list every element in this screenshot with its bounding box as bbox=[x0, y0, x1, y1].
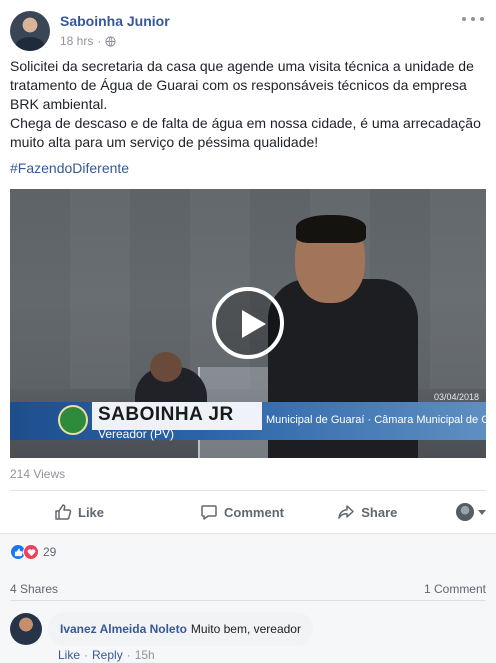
post-paragraph-2: Chega de descaso e de falta de água em n… bbox=[10, 115, 481, 150]
page-avatar-icon bbox=[455, 503, 474, 521]
actions-divider-top bbox=[10, 490, 486, 491]
reaction-count: 29 bbox=[43, 545, 57, 559]
meta-separator: · bbox=[97, 34, 102, 48]
video-speaker-hair bbox=[296, 215, 366, 243]
comment-label: Comment bbox=[224, 504, 284, 520]
thumbs-up-icon bbox=[55, 504, 72, 520]
comment-actions: Like · Reply · 15h bbox=[58, 648, 155, 662]
post-paragraph-1: Solicitei da secretaria da casa que agen… bbox=[10, 58, 474, 112]
hashtag-link[interactable]: #FazendoDiferente bbox=[10, 160, 129, 176]
share-button[interactable]: Share bbox=[305, 496, 430, 528]
video-player[interactable]: SABOINHA JR Vereador (PV) Municipal de G… bbox=[10, 189, 486, 458]
overlay-ticker: Municipal de Guaraí · Câmara Municipal d… bbox=[266, 414, 486, 426]
comment-bubble: Ivanez Almeida Noleto Muito bem, vereado… bbox=[48, 612, 313, 646]
globe-icon bbox=[105, 35, 116, 47]
comment-separator-2: · bbox=[126, 648, 131, 662]
comment-text: Muito bem, vereador bbox=[190, 622, 301, 636]
city-emblem-icon bbox=[58, 405, 88, 435]
chevron-down-icon bbox=[477, 509, 486, 515]
comment-like-link[interactable]: Like bbox=[58, 648, 80, 662]
more-options-icon[interactable] bbox=[462, 12, 484, 26]
commenter-avatar[interactable] bbox=[10, 613, 42, 645]
author-name[interactable]: Saboinha Junior bbox=[60, 13, 170, 29]
like-label: Like bbox=[78, 504, 105, 520]
comment-reply-link[interactable]: Reply bbox=[92, 648, 123, 662]
post-text: Solicitei da secretaria da casa que agen… bbox=[10, 57, 488, 152]
overlay-name: SABOINHA JR bbox=[98, 404, 234, 425]
post-as-selector[interactable] bbox=[430, 503, 486, 521]
overlay-role: Vereador (PV) bbox=[98, 427, 175, 441]
comments-count[interactable]: 1 Comment bbox=[424, 582, 486, 596]
video-seated-head bbox=[150, 352, 182, 382]
reactions-summary[interactable]: 29 bbox=[10, 543, 56, 561]
comment-separator-1: · bbox=[84, 648, 89, 662]
comment-button[interactable]: Comment bbox=[179, 496, 304, 528]
view-count: 214 Views bbox=[10, 467, 66, 481]
like-button[interactable]: Like bbox=[10, 496, 179, 528]
shares-count[interactable]: 4 Shares bbox=[10, 582, 58, 596]
action-bar: Like Comment Share bbox=[10, 496, 486, 528]
author-avatar[interactable] bbox=[10, 11, 50, 51]
commenter-name[interactable]: Ivanez Almeida Noleto bbox=[60, 622, 187, 636]
comments-divider bbox=[10, 600, 486, 601]
post-meta: 18 hrs · bbox=[60, 34, 116, 48]
facebook-post: Saboinha Junior 18 hrs · Solicitei da se… bbox=[0, 0, 496, 663]
overlay-date: 03/04/2018 bbox=[434, 392, 480, 402]
comment-icon bbox=[201, 505, 217, 520]
share-icon bbox=[338, 505, 354, 519]
post-time[interactable]: 18 hrs bbox=[60, 34, 93, 48]
love-reaction-icon bbox=[23, 544, 39, 560]
play-button[interactable] bbox=[212, 287, 284, 359]
share-label: Share bbox=[361, 504, 398, 520]
comment-time[interactable]: 15h bbox=[135, 648, 155, 662]
